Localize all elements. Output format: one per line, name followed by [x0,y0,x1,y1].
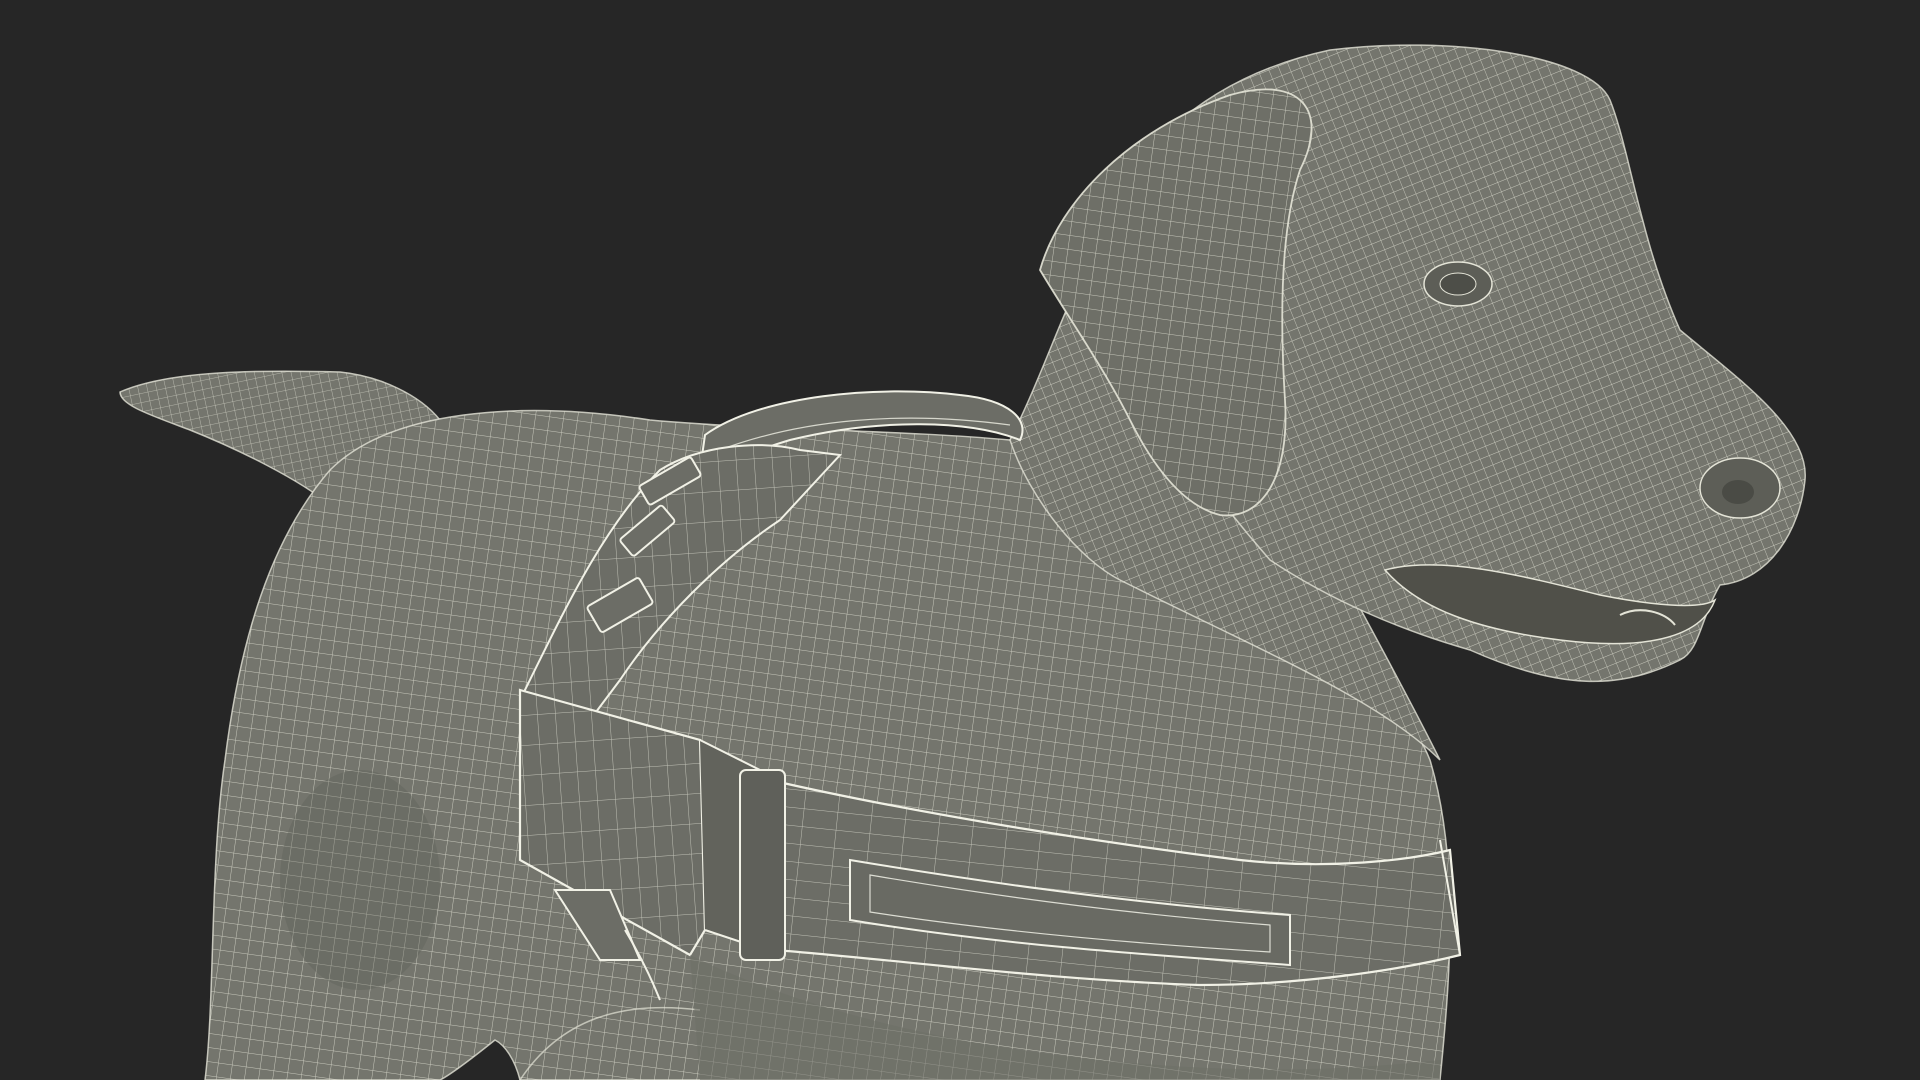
render-viewport [0,0,1920,1080]
dog-eye [1423,261,1493,307]
dog-nose [1699,457,1781,519]
wireframe-render [119,44,1806,1080]
